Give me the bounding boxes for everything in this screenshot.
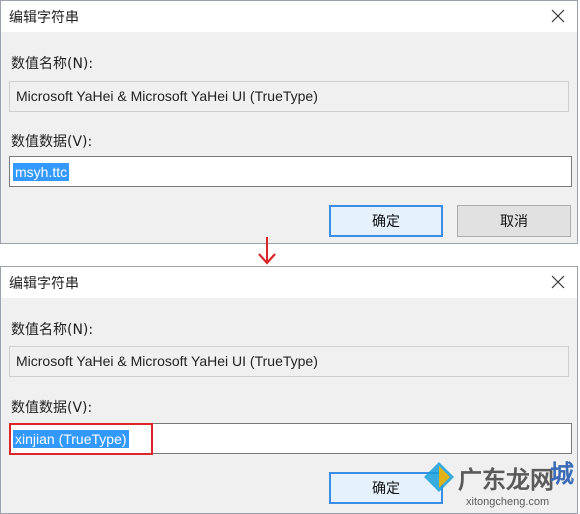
- value-name-label: 数值名称(N):: [11, 56, 94, 72]
- watermark-url: xitongcheng.com: [466, 496, 550, 508]
- watermark-site-name: 广东龙网: [458, 467, 554, 494]
- close-icon[interactable]: [547, 271, 569, 293]
- watermark-logo-char: 城: [550, 461, 574, 488]
- title-bar: 编辑字符串: [1, 1, 577, 32]
- edit-string-dialog-original: 编辑字符串 数值名称(N): Microsoft YaHei & Microso…: [0, 0, 578, 244]
- value-data-input[interactable]: xinjian (TrueType): [9, 423, 572, 454]
- value-name-label: 数值名称(N):: [11, 322, 94, 338]
- cancel-button[interactable]: 取消: [457, 205, 571, 237]
- dialog-title: 编辑字符串: [9, 276, 79, 292]
- value-data-selected-text: xinjian (TrueType): [13, 429, 129, 448]
- down-arrow-icon: [258, 237, 276, 265]
- close-icon[interactable]: [547, 5, 569, 27]
- title-bar: 编辑字符串: [1, 267, 577, 298]
- value-name-field: Microsoft YaHei & Microsoft YaHei UI (Tr…: [9, 81, 569, 112]
- ok-button[interactable]: 确定: [329, 205, 443, 237]
- value-data-selected-text: msyh.ttc: [13, 162, 70, 181]
- value-data-label: 数值数据(V):: [11, 134, 93, 150]
- value-data-input[interactable]: msyh.ttc: [9, 156, 572, 187]
- watermark: 广东龙网 城 xitongcheng.com: [422, 452, 574, 512]
- value-name-field: Microsoft YaHei & Microsoft YaHei UI (Tr…: [9, 346, 569, 377]
- watermark-logo-icon: [424, 462, 454, 492]
- dialog-title: 编辑字符串: [9, 10, 79, 26]
- value-data-label: 数值数据(V):: [11, 400, 93, 416]
